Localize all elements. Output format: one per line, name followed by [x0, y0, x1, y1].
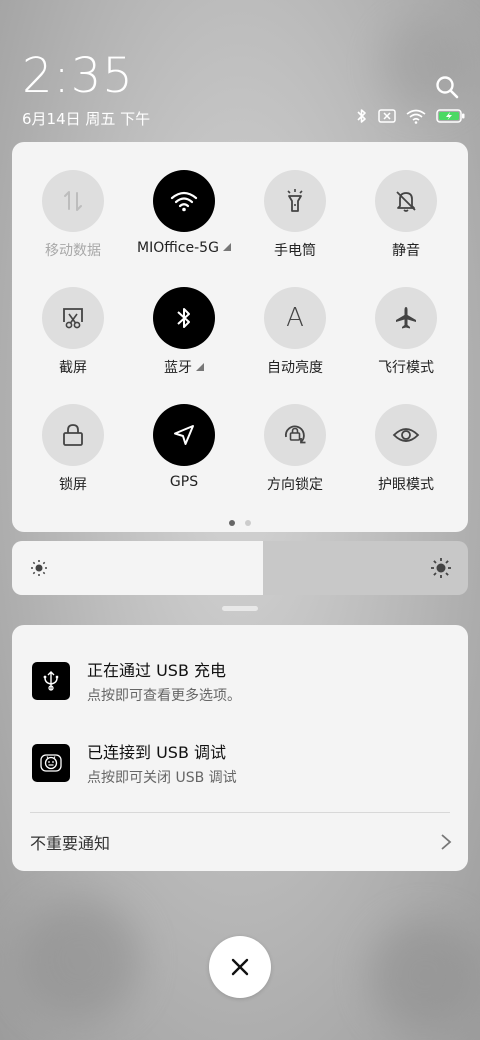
page-dot-2[interactable] — [245, 520, 251, 526]
expand-arrow-icon[interactable] — [222, 243, 231, 251]
tile-label: 方向锁定 — [267, 477, 323, 493]
divider — [30, 812, 450, 813]
usb-icon — [43, 671, 59, 691]
unimportant-notifications-row[interactable]: 不重要通知 — [30, 830, 452, 854]
tile-airplane[interactable]: 飞行模式 — [351, 287, 461, 377]
rotation-lock-icon — [285, 425, 306, 444]
tile-mobile-data[interactable]: 移动数据 — [18, 170, 128, 260]
notification-subtitle: 点按即可关闭 USB 调试 — [87, 770, 237, 786]
search-button[interactable] — [434, 74, 462, 102]
tile-gps[interactable]: GPS — [129, 404, 239, 490]
clear-all-button[interactable] — [209, 936, 271, 998]
brightness-low-icon — [31, 560, 47, 576]
close-icon — [231, 958, 249, 976]
tile-eye-care[interactable]: 护眼模式 — [351, 404, 461, 494]
page-dot-1[interactable] — [229, 520, 235, 526]
notification-title: 已连接到 USB 调试 — [87, 743, 227, 762]
gps-icon — [174, 425, 194, 445]
screenshot-icon — [63, 308, 83, 329]
tile-screenshot[interactable]: 截屏 — [18, 287, 128, 377]
lock-icon — [63, 424, 83, 446]
clock: 2:35 — [22, 48, 134, 104]
bluetooth-icon — [177, 308, 190, 328]
android-debug-icon — [40, 754, 62, 772]
chevron-right-icon — [441, 834, 452, 850]
tile-label: 静音 — [392, 243, 420, 259]
brightness-slider[interactable] — [12, 541, 468, 595]
notification-subtitle: 点按即可查看更多选项。 — [87, 688, 241, 704]
auto-brightness-icon: A — [286, 303, 304, 333]
tile-label: 锁屏 — [59, 477, 87, 493]
notification-usb-debugging[interactable]: 已连接到 USB 调试 点按即可关闭 USB 调试 — [32, 739, 448, 787]
tile-rotation-lock[interactable]: 方向锁定 — [240, 404, 350, 494]
eye-icon — [392, 428, 420, 442]
bluetooth-icon — [357, 109, 366, 123]
flashlight-icon — [287, 189, 303, 212]
wifi-icon — [170, 191, 198, 212]
tile-wifi[interactable]: MIOffice-5G — [129, 170, 239, 256]
status-icons — [356, 108, 466, 124]
tile-label: 截屏 — [59, 360, 87, 376]
airplane-icon — [396, 307, 416, 329]
battery-charging-icon — [436, 109, 465, 123]
tile-label: GPS — [169, 474, 199, 490]
quick-settings-panel: 移动数据 MIOffice-5G 手电筒 静音 截屏 蓝牙 A 自动亮度 飞行模… — [12, 142, 468, 532]
notification-title: 正在通过 USB 充电 — [87, 661, 227, 680]
wifi-icon — [406, 109, 426, 124]
mute-bell-icon — [396, 191, 416, 212]
tile-label: MIOffice-5G — [137, 240, 219, 256]
tile-label: 手电筒 — [274, 243, 316, 259]
tile-label: 自动亮度 — [267, 360, 323, 376]
tile-label: 护眼模式 — [378, 477, 434, 493]
brightness-fill — [12, 541, 263, 595]
tile-mute[interactable]: 静音 — [351, 170, 461, 260]
notification-usb-charging[interactable]: 正在通过 USB 充电 点按即可查看更多选项。 — [32, 657, 448, 705]
drag-handle[interactable] — [222, 606, 258, 611]
expand-arrow-icon[interactable] — [196, 363, 204, 371]
page-indicator — [12, 520, 468, 526]
tile-label: 飞行模式 — [378, 360, 434, 376]
mobile-data-icon — [64, 191, 82, 211]
unimportant-label: 不重要通知 — [30, 834, 111, 853]
tile-label: 移动数据 — [45, 243, 101, 259]
tile-label: 蓝牙 — [164, 360, 192, 376]
tile-auto-brightness[interactable]: A 自动亮度 — [240, 287, 350, 377]
search-icon — [436, 76, 459, 99]
no-sim-icon — [378, 109, 396, 123]
tile-lock-screen[interactable]: 锁屏 — [18, 404, 128, 494]
brightness-high-icon — [431, 558, 451, 578]
notification-card: 正在通过 USB 充电 点按即可查看更多选项。 已连接到 USB 调试 点按即可… — [12, 625, 468, 871]
tile-flashlight[interactable]: 手电筒 — [240, 170, 350, 260]
date: 6月14日 周五 下午 — [22, 110, 151, 128]
tile-bluetooth[interactable]: 蓝牙 — [129, 287, 239, 377]
